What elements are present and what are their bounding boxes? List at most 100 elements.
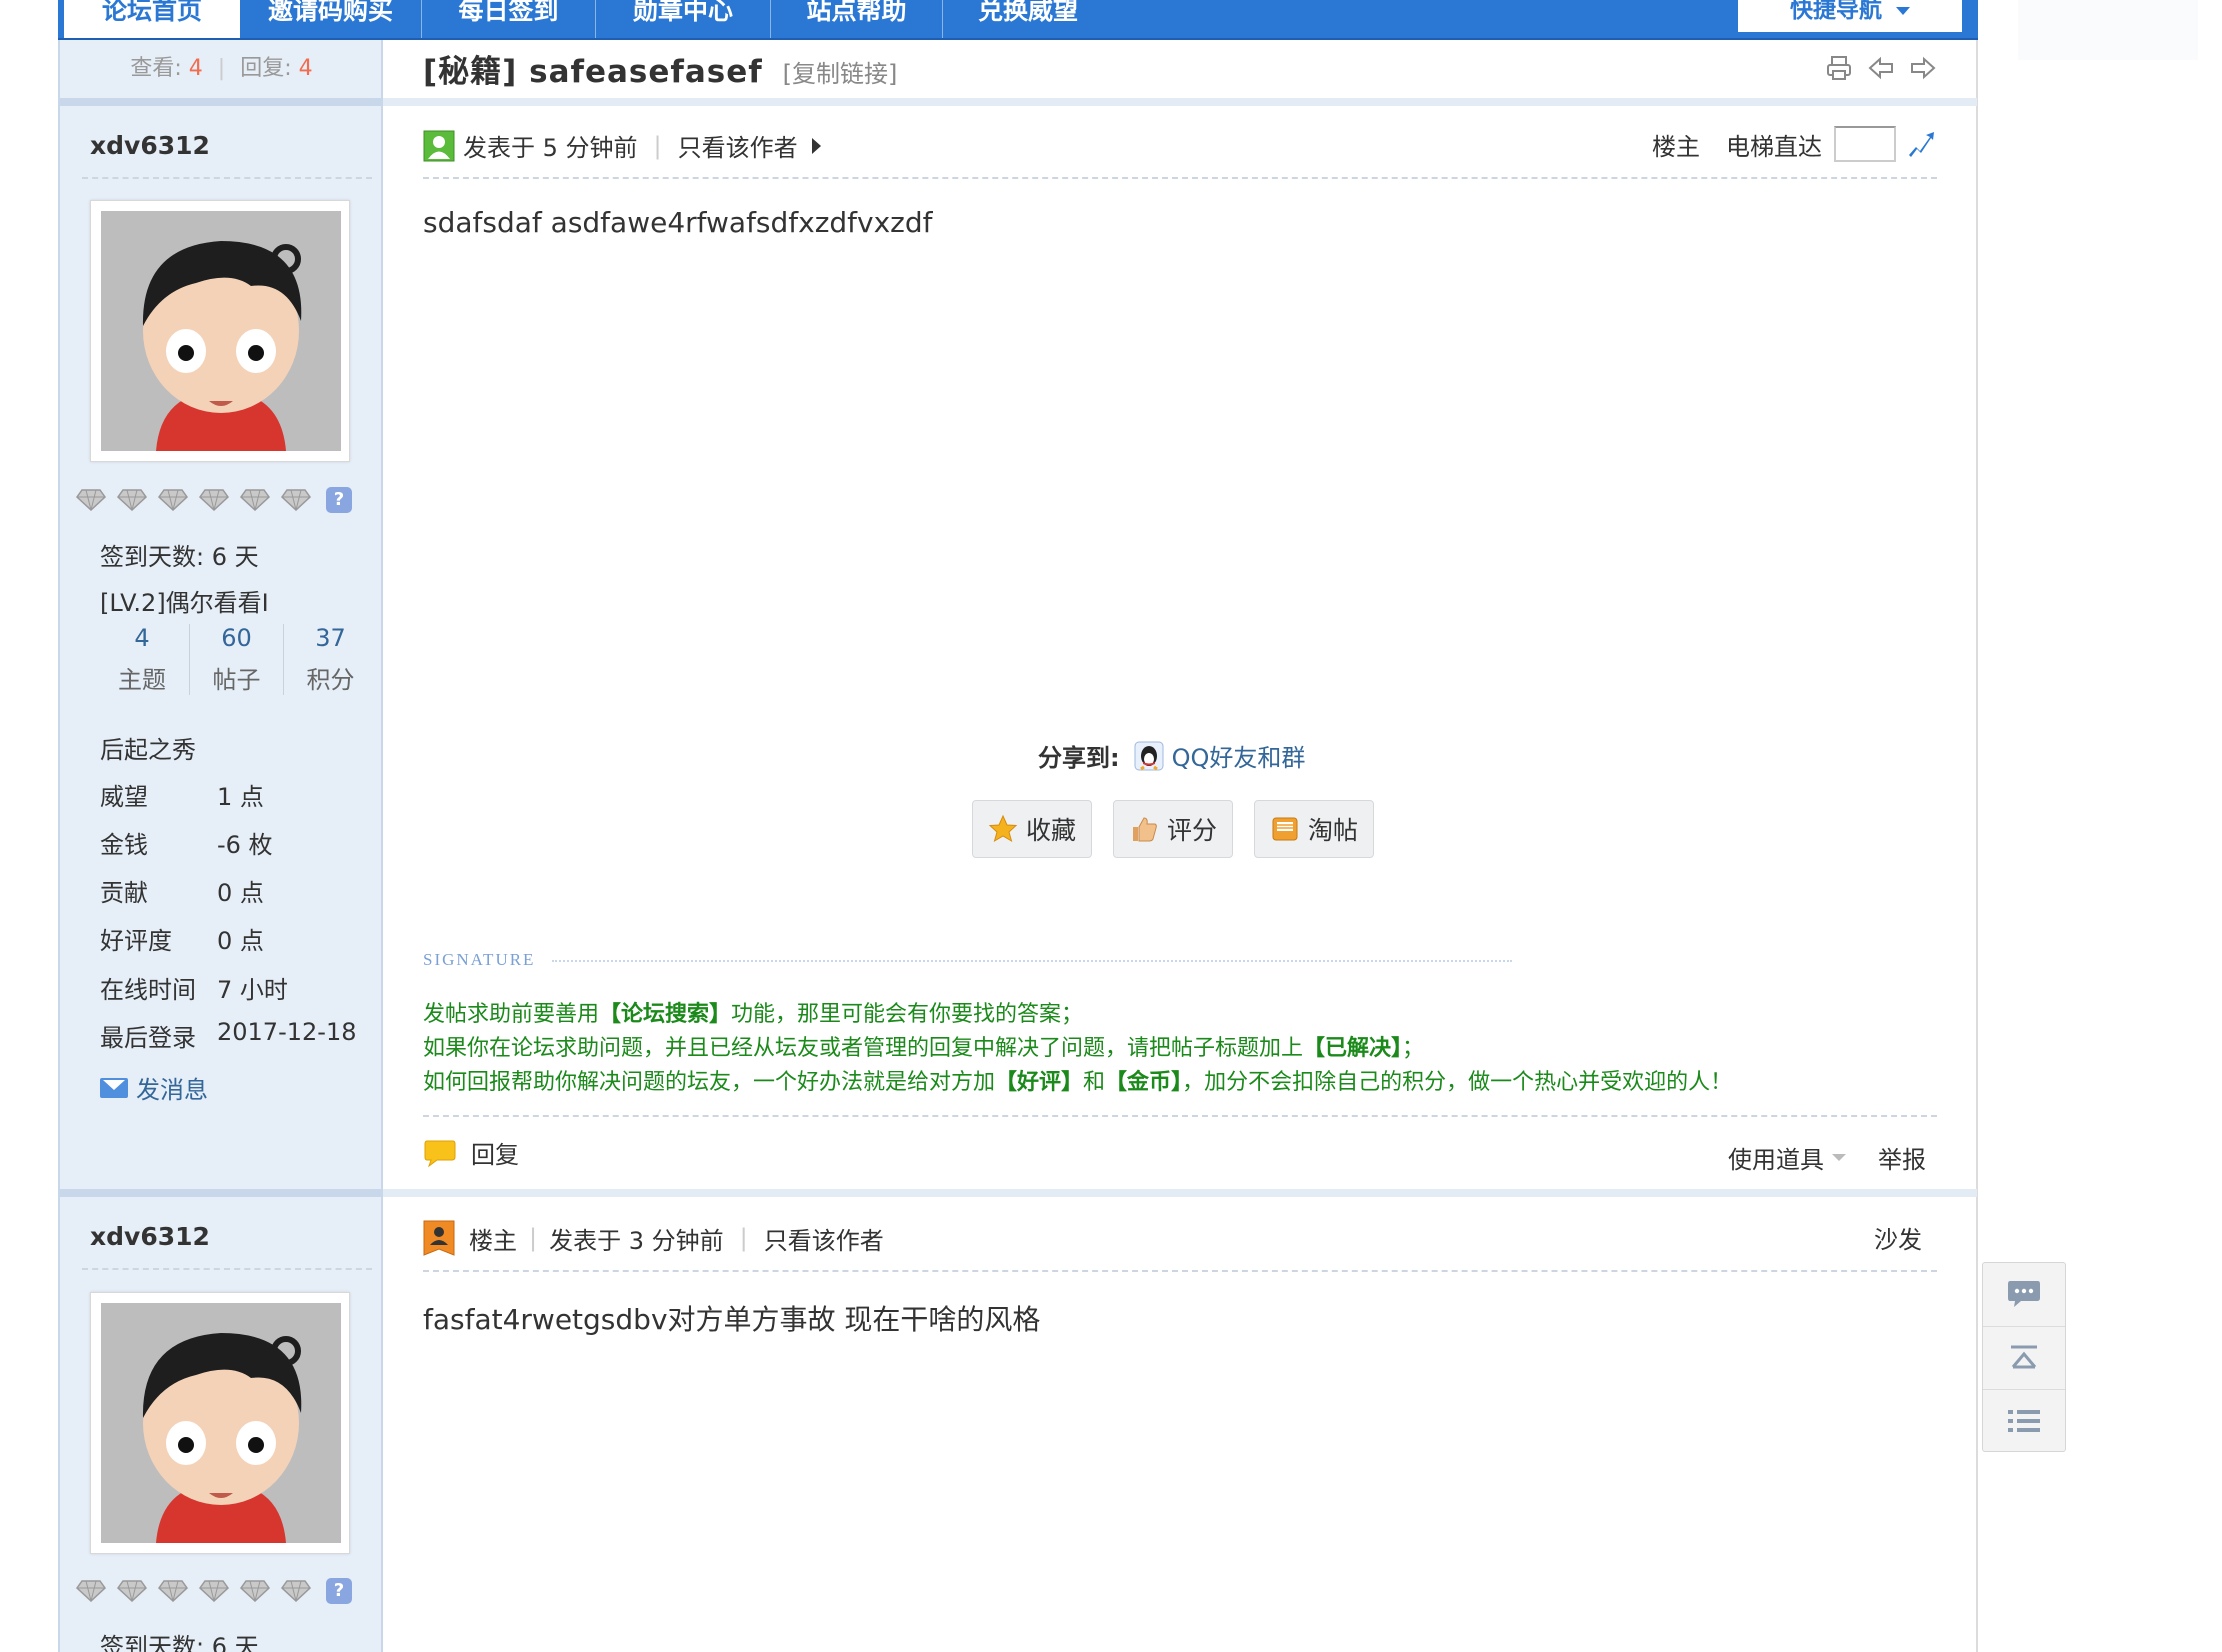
send-message-link[interactable]: 发消息	[100, 1070, 208, 1105]
favorite-button[interactable]: 收藏	[972, 800, 1092, 858]
top-nav: 论坛首页 邀请码购买 每日签到 勋章中心 站点帮助 兑换威望	[58, 0, 1978, 40]
profile-value: 0 点	[217, 927, 264, 955]
quick-reply-button[interactable]	[1983, 1263, 2065, 1325]
jump-go-icon[interactable]	[1906, 129, 1936, 159]
floor-jump-input[interactable]	[1834, 126, 1896, 162]
floating-toolbar	[1982, 1262, 2066, 1452]
count-posts[interactable]: 60 帖子	[189, 624, 283, 695]
online-status-icon	[423, 130, 455, 161]
post1-author-divider	[82, 177, 372, 179]
nav-medals[interactable]: 勋章中心	[596, 0, 771, 38]
profile-key: 金钱	[100, 831, 148, 859]
collect-thread-label: 淘帖	[1307, 816, 1358, 845]
signature-line-3: 如何回报帮助你解决问题的坛友，一个好办法就是给对方加【好评】和【金币】，加分不会…	[423, 1070, 1733, 1095]
diamond-icon	[158, 1580, 188, 1602]
rate-label: 评分	[1166, 816, 1217, 845]
nav-home[interactable]: 论坛首页	[64, 0, 240, 38]
post2-body: fasfat4rwetgsdbv对方单方事故 现在干啥的风格	[423, 1303, 1041, 1336]
elevator-label: 电梯直达	[1726, 132, 1822, 161]
page-corner-shade	[2018, 0, 2198, 60]
count-threads-num: 4	[134, 624, 150, 652]
post2-author-divider	[82, 1268, 372, 1270]
post1-header-divider	[423, 177, 1937, 179]
qq-penguin-icon[interactable]	[1134, 741, 1164, 771]
post2-avatar-image	[101, 1303, 341, 1543]
share-qq-link[interactable]: QQ好友和群	[1172, 738, 1306, 773]
print-icon[interactable]	[1825, 54, 1853, 82]
tray-icon	[1272, 817, 1298, 841]
copy-link[interactable]: [复制链接]	[783, 60, 898, 88]
diamond-icon	[117, 1580, 147, 1602]
back-to-top-button[interactable]	[1983, 1326, 2065, 1388]
profile-key: 威望	[100, 783, 148, 811]
help-icon[interactable]: ?	[326, 487, 352, 513]
arrow-up-icon	[2011, 1345, 2037, 1368]
profile-value: -6 枚	[217, 831, 273, 859]
diamond-icon	[76, 1580, 106, 1602]
nav-invite-code[interactable]: 邀请码购买	[240, 0, 422, 38]
post2-rank-stars: ?	[76, 1578, 352, 1604]
thread-list-button[interactable]	[1983, 1389, 2065, 1451]
post1-floor-label: 楼主	[1652, 132, 1700, 161]
nav-daily-signin[interactable]: 每日签到	[422, 0, 596, 38]
count-posts-num: 60	[221, 624, 252, 652]
quick-nav-button[interactable]: 快捷导航	[1738, 0, 1962, 32]
reply-button[interactable]: 回复	[423, 1135, 519, 1170]
thread-stats: 查看: 4 | 回复: 4	[130, 56, 313, 81]
report-link[interactable]: 举报	[1878, 1140, 1926, 1175]
count-points[interactable]: 37 积分	[283, 624, 377, 695]
post1-signin-days: 签到天数: 6 天	[100, 543, 259, 571]
thread-title: [秘籍] safeasefasef	[423, 54, 763, 90]
profile-value: 2017-12-18	[217, 1018, 357, 1046]
help-icon[interactable]: ?	[326, 1578, 352, 1604]
header-divider-side	[60, 98, 383, 106]
post1-only-author-link[interactable]: 只看该作者	[678, 128, 798, 163]
thumbs-up-icon	[1132, 817, 1157, 842]
diamond-icon	[158, 489, 188, 511]
post1-user-level[interactable]: [LV.2]偶尔看看I	[100, 583, 269, 618]
diamond-icon	[117, 489, 147, 511]
post2-author-name[interactable]: xdv6312	[90, 1222, 210, 1251]
post-divider-main	[383, 1189, 1977, 1197]
post-divider-side	[60, 1189, 383, 1197]
use-tool-menu[interactable]: 使用道具	[1728, 1140, 1824, 1175]
profile-value: 7 小时	[217, 976, 288, 1004]
post2-floor-number[interactable]: 沙发	[1874, 1220, 1922, 1255]
rate-button[interactable]: 评分	[1113, 800, 1233, 858]
triangle-right-icon[interactable]	[811, 137, 821, 154]
comment-icon	[2008, 1281, 2040, 1307]
profile-key: 贡献	[100, 879, 148, 907]
post1-footer-tools: 使用道具 举报	[1728, 1140, 1926, 1175]
views-count: 4	[188, 56, 203, 81]
reply-bubble-icon	[424, 1140, 456, 1167]
profile-value: 0 点	[217, 879, 264, 907]
diamond-icon	[199, 1580, 229, 1602]
post2-starter-label: 楼主	[469, 1226, 517, 1255]
next-thread-icon[interactable]	[1909, 54, 1937, 82]
collect-thread-button[interactable]: 淘帖	[1254, 800, 1374, 858]
nav-help[interactable]: 站点帮助	[771, 0, 943, 38]
signature-label: SIGNATURE	[423, 950, 536, 969]
diamond-icon	[281, 1580, 311, 1602]
post1-meta: 发表于 5 分钟前 | 只看该作者	[423, 128, 821, 163]
count-threads[interactable]: 4 主题	[95, 624, 189, 695]
favorite-label: 收藏	[1025, 816, 1076, 845]
profile-online-time: 在线时间 7 小时	[100, 970, 288, 1005]
post1-avatar[interactable]	[90, 200, 350, 462]
diamond-icon	[240, 1580, 270, 1602]
post2-avatar[interactable]	[90, 1292, 350, 1554]
share-row: 分享到: QQ好友和群	[1038, 738, 1305, 773]
nav-exchange[interactable]: 兑换威望	[943, 0, 1113, 38]
count-points-label: 积分	[306, 666, 355, 694]
chevron-down-icon[interactable]	[1832, 1154, 1846, 1161]
profile-last-login: 最后登录 2017-12-18	[100, 1018, 356, 1053]
previous-thread-icon[interactable]	[1867, 54, 1895, 82]
post2-header-divider	[423, 1270, 1937, 1272]
diamond-icon	[76, 489, 106, 511]
post1-author-name[interactable]: xdv6312	[90, 131, 210, 160]
post2-only-author-link[interactable]: 只看该作者	[764, 1221, 884, 1256]
views-label: 查看:	[130, 56, 182, 81]
post2-posted-time: 发表于 3 分钟前	[549, 1226, 724, 1255]
profile-rating: 好评度 0 点	[100, 921, 264, 956]
profile-key: 在线时间	[100, 976, 196, 1004]
